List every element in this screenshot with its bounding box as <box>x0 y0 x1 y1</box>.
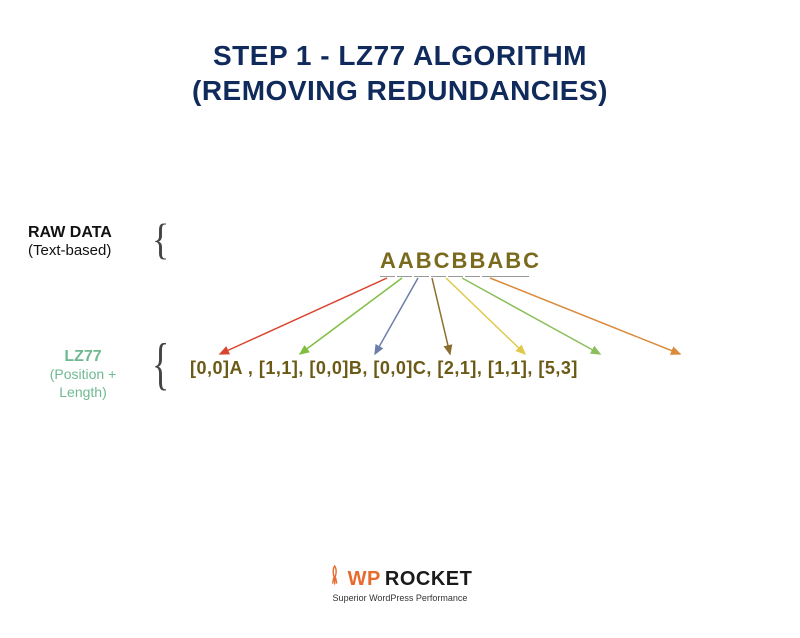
lz77-output: [0,0]A , [1,1], [0,0]B, [0,0]C, [2,1], [… <box>190 358 578 379</box>
underline-segment <box>431 276 446 277</box>
logo-rocket: ROCKET <box>385 568 472 591</box>
logo: WP ROCKET Superior WordPress Performance <box>328 565 473 603</box>
mapping-arrows <box>190 274 750 360</box>
arrow-line <box>462 278 600 354</box>
raw-data-string: AABCBBABC <box>380 248 541 274</box>
diagram-title: STEP 1 - LZ77 ALGORITHM (REMOVING REDUND… <box>0 38 800 108</box>
underline-segment <box>380 276 395 277</box>
arrow-line <box>300 278 402 354</box>
label-lz77: LZ77 (Position + Length) <box>28 348 138 401</box>
label-raw-title: RAW DATA <box>28 224 112 242</box>
brace-lz-icon: { <box>152 330 166 397</box>
label-lz-sub: (Position + Length) <box>28 366 138 401</box>
arrow-line <box>490 278 680 354</box>
underline-segment <box>414 276 429 277</box>
underline-segment <box>482 276 529 277</box>
logo-wp: WP <box>348 568 381 591</box>
title-line-2: (REMOVING REDUNDANCIES) <box>0 73 800 108</box>
underline-segment <box>397 276 412 277</box>
label-raw-sub: (Text-based) <box>28 242 112 259</box>
underline-segment <box>448 276 463 277</box>
brace-raw-icon: { <box>152 214 166 264</box>
title-line-1: STEP 1 - LZ77 ALGORITHM <box>0 38 800 73</box>
label-lz-title: LZ77 <box>28 348 138 366</box>
arrow-line <box>220 278 387 354</box>
label-raw-data: RAW DATA (Text-based) <box>28 224 112 259</box>
underline-segment <box>465 276 480 277</box>
rocket-icon <box>328 565 342 585</box>
arrow-line <box>432 278 450 354</box>
logo-tagline: Superior WordPress Performance <box>328 593 473 603</box>
arrow-line <box>375 278 418 354</box>
arrow-line <box>446 278 525 354</box>
